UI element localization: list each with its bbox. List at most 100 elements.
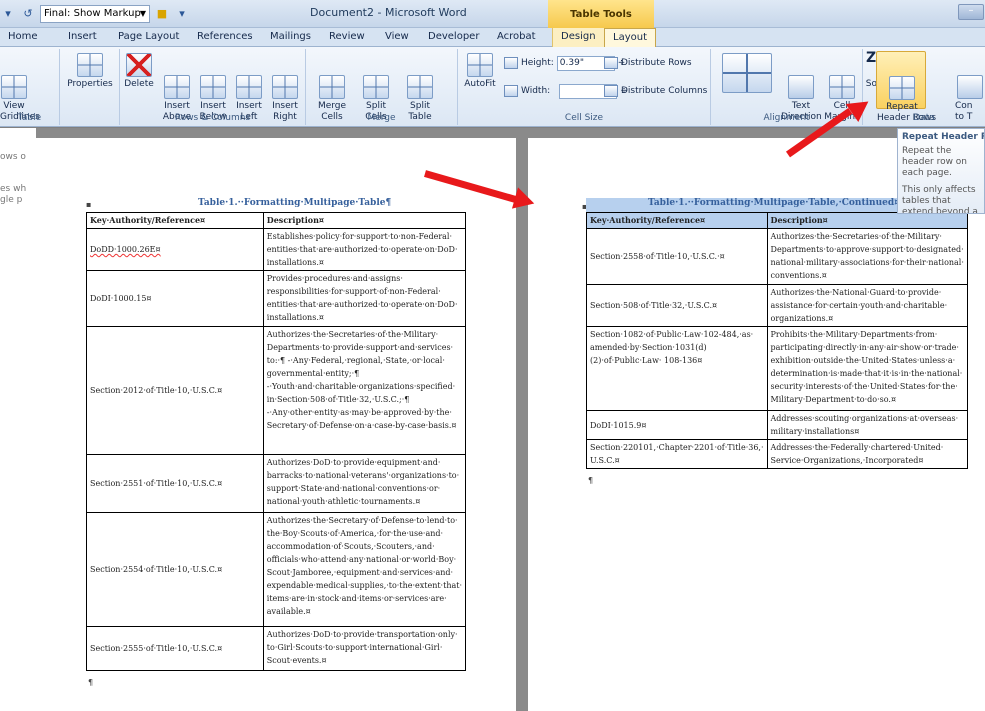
- table-title: Table·1.··Formatting·Multipage·Table¶: [198, 198, 392, 208]
- properties-label: Properties: [67, 79, 113, 89]
- paragraph-bullet: ▪: [86, 200, 92, 209]
- width-label: Width:: [521, 86, 551, 96]
- delete-label: Delete: [124, 79, 154, 89]
- tab-design[interactable]: Design: [552, 28, 605, 47]
- autofit-label: AutoFit: [464, 79, 496, 89]
- document-page-1[interactable]: ▪ Table·1.··Formatting·Multipage·Table¶ …: [36, 138, 516, 711]
- cell-size-group: AutoFit Height: 0.39" ÷ Width: ÷ Distrib…: [458, 49, 711, 125]
- tab-page-layout[interactable]: Page Layout: [118, 31, 179, 42]
- align-cells-icon: [722, 53, 772, 93]
- distribute-rows-button[interactable]: Distribute Rows: [604, 55, 692, 71]
- tab-insert[interactable]: Insert: [68, 31, 97, 42]
- end-paragraph-mark: ¶: [88, 678, 94, 687]
- data-group-label: Data: [913, 113, 935, 123]
- rows-columns-group-label: Rows & Columns: [174, 113, 251, 123]
- cell-reference: DoDI·1015.9¤: [586, 410, 768, 440]
- table-group: View Gridlines Table: [0, 49, 60, 125]
- save-icon[interactable]: ▾: [0, 6, 16, 22]
- table-row: Section·508·of·Title·32,·U.S.C.¤ Authori…: [586, 284, 968, 327]
- cell-reference: Section·2554·of·Title·10,·U.S.C.¤: [86, 512, 264, 627]
- delete-table-icon: [126, 53, 152, 77]
- cell-reference: Section·2555·of·Title·10,·U.S.C.¤: [86, 626, 264, 671]
- column-width-icon: [504, 85, 518, 97]
- table-row: Section·2551·of·Title·10,·U.S.C.¤ Author…: [86, 454, 467, 513]
- quick-access-toolbar: ▾ ↺ Final: Show Markup ▼ ■ ▾: [0, 4, 190, 24]
- table-row: Section·2012·of·Title·10,·U.S.C.¤ Author…: [86, 326, 467, 455]
- document-area[interactable]: ows o es wh gle p ▪ Table·1.··Formatting…: [0, 128, 985, 711]
- cell-description: Authorizes·the·National·Guard·to·provide…: [766, 284, 968, 327]
- table-row: Section·220101,·Chapter·2201·of·Title·36…: [586, 439, 968, 469]
- end-paragraph-mark: ¶: [588, 476, 594, 485]
- multipage-table-part1[interactable]: Key·Authority/Reference¤ Description¤ Do…: [86, 212, 467, 671]
- gridlines-icon: [1, 75, 27, 99]
- rows-columns-group: Delete Insert Above Insert Below Insert …: [120, 49, 306, 125]
- tab-developer[interactable]: Developer: [428, 31, 479, 42]
- table-row: Section·1082·of·Public·Law·102-484,·as· …: [586, 326, 968, 411]
- undo-icon[interactable]: ↺: [20, 6, 36, 22]
- stub-text-1: ows o: [0, 152, 26, 162]
- markup-view-dropdown[interactable]: Final: Show Markup ▼: [40, 5, 150, 23]
- tab-view[interactable]: View: [385, 31, 409, 42]
- table-row: Section·2555·of·Title·10,·U.S.C.¤ Author…: [86, 626, 467, 671]
- tab-mailings[interactable]: Mailings: [270, 31, 311, 42]
- tab-layout[interactable]: Layout: [604, 28, 656, 47]
- markup-view-value: Final: Show Markup: [44, 8, 141, 19]
- left-pane-fragment: ows o es wh gle p: [0, 128, 36, 711]
- cell-alignment-grid[interactable]: [717, 53, 777, 95]
- autofit-button[interactable]: AutoFit: [462, 53, 498, 90]
- properties-group: Properties: [60, 49, 120, 125]
- table-row: Section·2554·of·Title·10,·U.S.C.¤ Author…: [86, 512, 467, 627]
- distribute-columns-icon: [604, 85, 618, 97]
- cell-reference: DoDD·1000.26E¤: [86, 228, 264, 271]
- repeat-header-rows-button[interactable]: Repeat Header Rows: [876, 51, 936, 123]
- merge-cells-icon: [319, 75, 345, 99]
- table-row: Section·2558·of·Title·10,·U.S.C.·¤ Autho…: [586, 228, 968, 285]
- convert-to-text-icon: [957, 75, 983, 99]
- table-header-row: Key·Authority/Reference¤ Description¤: [586, 212, 968, 229]
- cell-description: Addresses·the·Federally·chartered·United…: [766, 439, 968, 469]
- row-height-icon: [504, 57, 518, 69]
- distribute-rows-icon: [604, 57, 618, 69]
- multipage-table-part2[interactable]: Key·Authority/Reference¤ Description¤ Se…: [586, 212, 968, 469]
- merge-group: Merge Cells Split Cells Split Table Merg…: [306, 49, 458, 125]
- cell-description: Authorizes·the·Secretaries·of·the·Milita…: [262, 326, 467, 455]
- table-row: DoDI·1000.15¤ Provides·procedures·and·as…: [86, 270, 467, 327]
- repeat-header-rows-tooltip: Repeat Header Rows Repeat the header row…: [897, 128, 985, 214]
- properties-button[interactable]: Properties: [64, 53, 116, 90]
- tab-home[interactable]: Home: [8, 31, 38, 42]
- cell-description: Authorizes·the·Secretary·of·Defense·to·l…: [262, 512, 467, 627]
- distribute-columns-button[interactable]: Distribute Columns: [604, 83, 707, 99]
- tab-acrobat[interactable]: Acrobat: [497, 31, 536, 42]
- header-description: Description¤: [766, 212, 968, 229]
- stub-text-2: es wh: [0, 184, 27, 194]
- folder-icon[interactable]: ■: [154, 6, 170, 22]
- autofit-icon: [467, 53, 493, 77]
- table-row: DoDD·1000.26E¤ Establishes·policy·for·su…: [86, 228, 467, 271]
- cell-size-group-label: Cell Size: [564, 113, 604, 123]
- cell-reference: Section·2551·of·Title·10,·U.S.C.¤: [86, 454, 264, 513]
- stub-text-3: gle p: [0, 195, 23, 205]
- minimize-button[interactable]: –: [958, 4, 984, 20]
- window-title: Document2 - Microsoft Word: [310, 6, 467, 19]
- text-direction-icon: [788, 75, 814, 99]
- ribbon-tabs: Home Insert Page Layout References Maili…: [0, 28, 985, 47]
- tooltip-line-2: This only affects tables that extend bey…: [902, 185, 978, 214]
- tab-review[interactable]: Review: [329, 31, 365, 42]
- insert-below-icon: [200, 75, 226, 99]
- repeat-header-rows-icon: [889, 76, 915, 100]
- distribute-rows-label: Distribute Rows: [621, 58, 692, 68]
- cell-description: Provides·procedures·and·assigns· respons…: [262, 270, 467, 327]
- document-page-2[interactable]: ▪ Table·1.··Formatting·Multipage·Table,·…: [528, 138, 985, 711]
- cell-description: Authorizes·DoD·to·provide·transportation…: [262, 626, 467, 671]
- cell-reference: Section·220101,·Chapter·2201·of·Title·36…: [586, 439, 768, 469]
- insert-left-icon: [236, 75, 262, 99]
- cell-margins-icon: [829, 75, 855, 99]
- header-key-authority: Key·Authority/Reference¤: [586, 212, 768, 229]
- tab-references[interactable]: References: [197, 31, 253, 42]
- cell-reference: Section·508·of·Title·32,·U.S.C.¤: [586, 284, 768, 327]
- cell-description: Authorizes·the·Secretaries·of·the·Milita…: [766, 228, 968, 285]
- split-table-icon: [407, 75, 433, 99]
- customize-qat-icon[interactable]: ▾: [174, 6, 190, 22]
- delete-button[interactable]: Delete: [122, 53, 156, 90]
- header-description: Description¤: [262, 212, 467, 229]
